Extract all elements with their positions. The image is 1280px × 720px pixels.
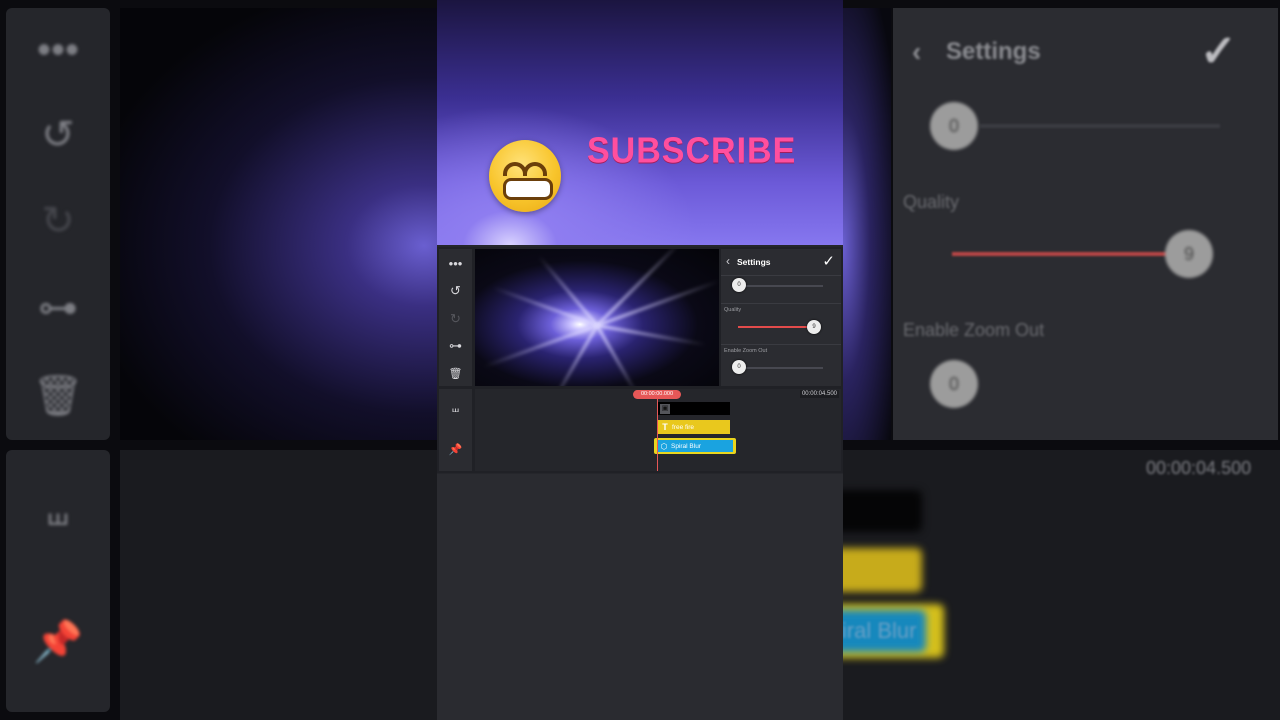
- light-ray: [596, 324, 706, 347]
- bg-delete-icon: 🗑: [32, 374, 84, 418]
- emoji-teeth: [503, 178, 553, 200]
- zoom-out-label: Enable Zoom Out: [724, 348, 768, 354]
- quality-slider-track[interactable]: [738, 326, 814, 328]
- bg-more-icon: •••: [36, 28, 79, 72]
- back-icon[interactable]: ‹: [726, 254, 730, 268]
- text-clip-icon: T: [662, 422, 668, 432]
- bg-redo-icon: ↻: [41, 199, 75, 243]
- settings-header: ‹ Settings ✓: [721, 249, 841, 275]
- quality-slider-knob[interactable]: 9: [807, 320, 821, 334]
- current-time-badge: 00:00:00.000: [633, 390, 681, 399]
- phone-frame: SUBSCRIBE ••• ↺ ↻ ⊶ 🗑 ⧢ 📌 ‹ Settings ✓ 0…: [437, 0, 843, 720]
- bg-track-2: [952, 252, 1192, 256]
- edit-toolbar: ••• ↺ ↻ ⊶ 🗑: [439, 249, 472, 386]
- slider-track[interactable]: [737, 285, 823, 287]
- light-ray: [595, 325, 639, 386]
- pin-icon[interactable]: 📌: [439, 439, 472, 461]
- bg-confirm-icon: ✓: [1200, 27, 1237, 76]
- end-time: 00:00:04.500: [799, 390, 839, 398]
- divider: [721, 303, 841, 304]
- quality-slider-fill: [738, 326, 814, 328]
- effect-clip-label: Spiral Blur: [671, 442, 701, 450]
- text-clip-label: free fire: [672, 423, 695, 431]
- bg-undo-icon: ↺: [41, 113, 75, 157]
- text-clip[interactable]: T free fire: [658, 420, 730, 434]
- bg-quality-label: Quality: [903, 192, 960, 212]
- confirm-check-icon[interactable]: ✓: [822, 252, 835, 270]
- image-clip[interactable]: ▣: [658, 402, 730, 415]
- more-icon[interactable]: •••: [439, 253, 472, 275]
- effect-clip-icon: ⬡: [660, 441, 668, 451]
- keyframe-icon[interactable]: ⊶: [439, 335, 472, 357]
- bg-knob-1: 0: [930, 102, 978, 150]
- bg-pin-icon: 📌: [33, 620, 83, 664]
- light-ray: [483, 324, 598, 369]
- delete-icon[interactable]: 🗑: [439, 363, 472, 385]
- timeline-toolbar: ⧢ 📌: [439, 389, 472, 471]
- bg-knob-3: 0: [930, 360, 978, 408]
- divider: [721, 344, 841, 345]
- subscribe-text: SUBSCRIBE: [587, 131, 797, 171]
- bg-knob-2: 9: [1165, 230, 1213, 278]
- settings-panel: ‹ Settings ✓ 0 Quality 9 Enable Zoom Out…: [721, 249, 841, 386]
- video-preview[interactable]: [475, 249, 719, 386]
- light-ray: [595, 249, 683, 327]
- bg-keyframe-icon: ⊶: [38, 286, 78, 330]
- phone-bottom-area: [437, 474, 843, 720]
- split-icon[interactable]: ⧢: [439, 397, 472, 419]
- bg-back-icon: ‹: [912, 36, 922, 67]
- emoji-eye-right: [523, 162, 547, 176]
- subscribe-banner: SUBSCRIBE: [437, 0, 843, 245]
- playhead[interactable]: [657, 399, 658, 471]
- zoom-out-slider-track[interactable]: [737, 367, 823, 369]
- bg-preview: [120, 8, 440, 440]
- zoom-out-slider-knob[interactable]: 0: [732, 360, 746, 374]
- timeline[interactable]: 00:00:00.000 00:00:04.500 ▣ T free fire …: [475, 389, 841, 471]
- slider-knob[interactable]: 0: [732, 278, 746, 292]
- redo-icon[interactable]: ↻: [439, 308, 472, 330]
- bg-track-1: [980, 124, 1220, 128]
- divider: [721, 275, 841, 276]
- bg-settings-title: Settings: [946, 38, 1041, 65]
- image-clip-icon: ▣: [660, 403, 670, 414]
- bg-split-icon: ⧢: [47, 490, 69, 534]
- effect-clip[interactable]: ⬡ Spiral Blur: [654, 438, 736, 454]
- settings-title: Settings: [737, 257, 771, 267]
- video-editor: ••• ↺ ↻ ⊶ 🗑 ⧢ 📌 ‹ Settings ✓ 0 Quality 9…: [437, 247, 843, 473]
- quality-label: Quality: [724, 307, 742, 313]
- bg-end-time: 00:00:04.500: [1146, 458, 1252, 478]
- bg-preview-right: [843, 8, 891, 440]
- effect-clip-body: ⬡ Spiral Blur: [657, 440, 733, 452]
- bg-zoom-label: Enable Zoom Out: [903, 320, 1045, 340]
- grinning-face-icon: [489, 140, 561, 212]
- undo-icon[interactable]: ↺: [439, 280, 472, 302]
